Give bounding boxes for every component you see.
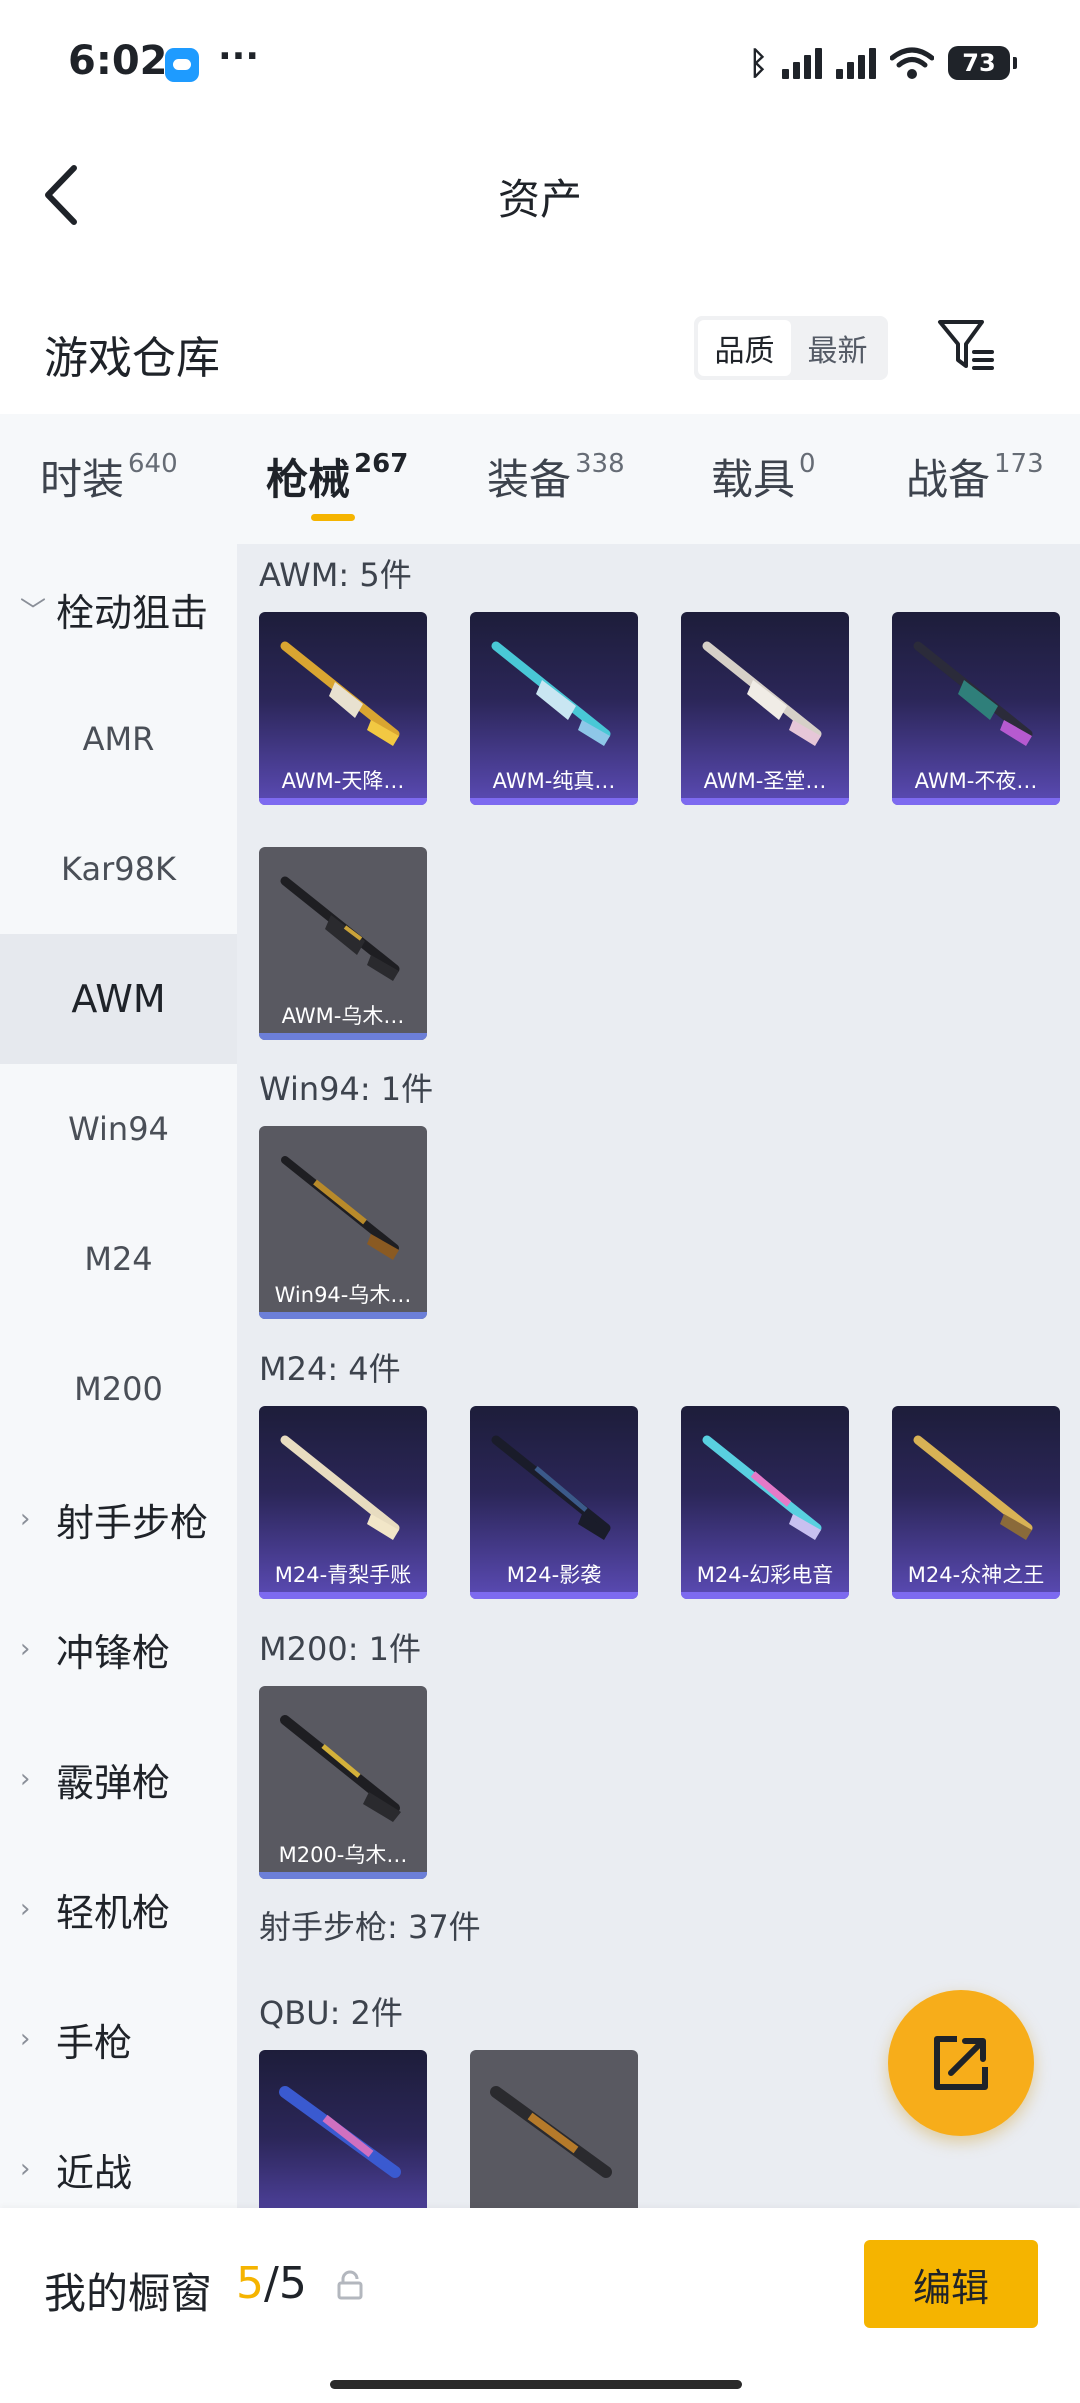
weapon-card[interactable]: Win94-乌木… [259, 1126, 427, 1319]
tab-count: 640 [128, 449, 178, 479]
group-label-win94: Win94: 1件 [259, 1070, 434, 1108]
weapon-card[interactable]: AWM-圣堂… [681, 612, 849, 805]
bluetooth-icon: ᛒ [748, 44, 768, 82]
group-label-qbu: QBU: 2件 [259, 1994, 403, 2032]
battery-icon: 73 [948, 46, 1017, 80]
tab-count: 267 [354, 449, 409, 479]
wifi-icon [890, 47, 934, 79]
chevron-right-icon: › [20, 1634, 31, 1664]
chevron-down-icon: ﹀ [20, 596, 47, 627]
group-label-m200: M200: 1件 [259, 1630, 422, 1668]
sniper-rifle-icon [491, 1435, 611, 1540]
sidebar-item-awm[interactable]: AWM [0, 934, 237, 1064]
chevron-right-icon: › [20, 1894, 31, 1924]
sniper-rifle-icon [913, 641, 1033, 746]
cloud-app-icon [165, 48, 199, 82]
bottom-showcase-bar: 我的橱窗 5/5 编辑 [0, 2208, 1080, 2403]
more-notifications-icon: ··· [218, 36, 260, 77]
sidebar-group-pistol[interactable]: › 手枪 [20, 1974, 132, 2104]
weapon-card[interactable]: M24-影袭 [470, 1406, 638, 1599]
rifle-icon [490, 2086, 612, 2178]
tab-indicator [311, 514, 355, 521]
sniper-rifle-icon [280, 1435, 400, 1540]
share-fab[interactable] [888, 1990, 1034, 2136]
weapon-grid: AWM: 5件 AWM-天降… AWM-纯真… AWM-圣堂… AWM-不夜… … [237, 544, 1080, 2208]
sniper-rifle-icon [702, 1435, 822, 1540]
sidebar-item-m200[interactable]: M200 [0, 1324, 237, 1454]
status-bar: 6:02 ··· ᛒ 73 [0, 0, 1080, 130]
group-label-awm: AWM: 5件 [259, 556, 412, 594]
filter-icon[interactable] [936, 316, 996, 376]
section-title: 游戏仓库 [44, 333, 220, 384]
sniper-rifle-icon [913, 1435, 1033, 1540]
page-title: 资产 [497, 175, 582, 224]
tab-fashion[interactable]: 时装 640 [40, 446, 178, 507]
sidebar-item-m24[interactable]: M24 [0, 1194, 237, 1324]
sidebar-item-kar98k[interactable]: Kar98K [0, 804, 237, 934]
weapon-card[interactable] [470, 2050, 638, 2208]
sniper-rifle-icon [280, 641, 400, 746]
weapon-card[interactable]: AWM-不夜… [892, 612, 1060, 805]
sidebar-item-amr[interactable]: AMR [0, 674, 237, 804]
sort-toggle[interactable]: 品质 最新 [694, 316, 888, 380]
weapon-category-sidebar: ﹀ 栓动狙击 AMR Kar98K AWM Win94 M24 M200 › 射手步… [0, 544, 237, 2208]
sniper-rifle-icon [280, 876, 400, 981]
rifle-icon [281, 1156, 399, 1260]
group-label-marksman: 射手步枪: 37件 [259, 1908, 481, 1946]
signal-icon-2 [836, 47, 876, 79]
weapon-card[interactable] [259, 2050, 427, 2208]
weapon-card[interactable]: AWM-乌木… [259, 847, 427, 1040]
home-indicator [330, 2380, 742, 2389]
sniper-rifle-icon [702, 641, 822, 746]
sidebar-group-shotgun[interactable]: › 霰弹枪 [20, 1714, 170, 1844]
tab-weapons[interactable]: 枪械 267 [266, 446, 408, 507]
external-link-icon [934, 2036, 988, 2090]
edit-button[interactable]: 编辑 [864, 2240, 1038, 2328]
lock-icon [337, 2270, 363, 2300]
weapon-card[interactable]: AWM-纯真… [470, 612, 638, 805]
tab-supplies[interactable]: 战备 173 [906, 446, 1044, 507]
sidebar-group-lmg[interactable]: › 轻机枪 [20, 1844, 170, 1974]
weapon-card[interactable]: M24-众神之王 [892, 1406, 1060, 1599]
sidebar-group-marksman[interactable]: › 射手步枪 [20, 1454, 208, 1584]
group-label-m24: M24: 4件 [259, 1350, 401, 1388]
sidebar-group-bolt-action[interactable]: ﹀ 栓动狙击 [20, 544, 208, 674]
sniper-rifle-icon [280, 1715, 401, 1822]
signal-icon-1 [782, 47, 822, 79]
weapon-card[interactable]: M24-青梨手账 [259, 1406, 427, 1599]
showcase-label: 我的橱窗 [44, 2269, 213, 2318]
sidebar-group-smg[interactable]: › 冲锋枪 [20, 1584, 170, 1714]
sniper-rifle-icon [491, 641, 611, 746]
tab-equipment[interactable]: 装备 338 [487, 446, 625, 507]
chevron-right-icon: › [20, 1764, 31, 1794]
tab-count: 338 [575, 449, 625, 479]
weapon-card[interactable]: AWM-天降… [259, 612, 427, 805]
status-time: 6:02 [68, 38, 168, 84]
sort-quality-button[interactable]: 品质 [698, 320, 791, 376]
tab-count: 0 [799, 449, 816, 479]
weapon-card[interactable]: M24-幻彩电音 [681, 1406, 849, 1599]
weapon-card[interactable]: M200-乌木… [259, 1686, 427, 1879]
chevron-right-icon: › [20, 2154, 31, 2184]
tab-count: 173 [994, 449, 1044, 479]
showcase-count: 5/5 [236, 2258, 307, 2309]
sort-newest-button[interactable]: 最新 [791, 320, 884, 376]
chevron-right-icon: › [20, 1504, 31, 1534]
rifle-icon [279, 2086, 401, 2178]
sidebar-item-win94[interactable]: Win94 [0, 1064, 237, 1194]
chevron-right-icon: › [20, 2024, 31, 2054]
tab-vehicles[interactable]: 载具 0 [711, 446, 816, 507]
